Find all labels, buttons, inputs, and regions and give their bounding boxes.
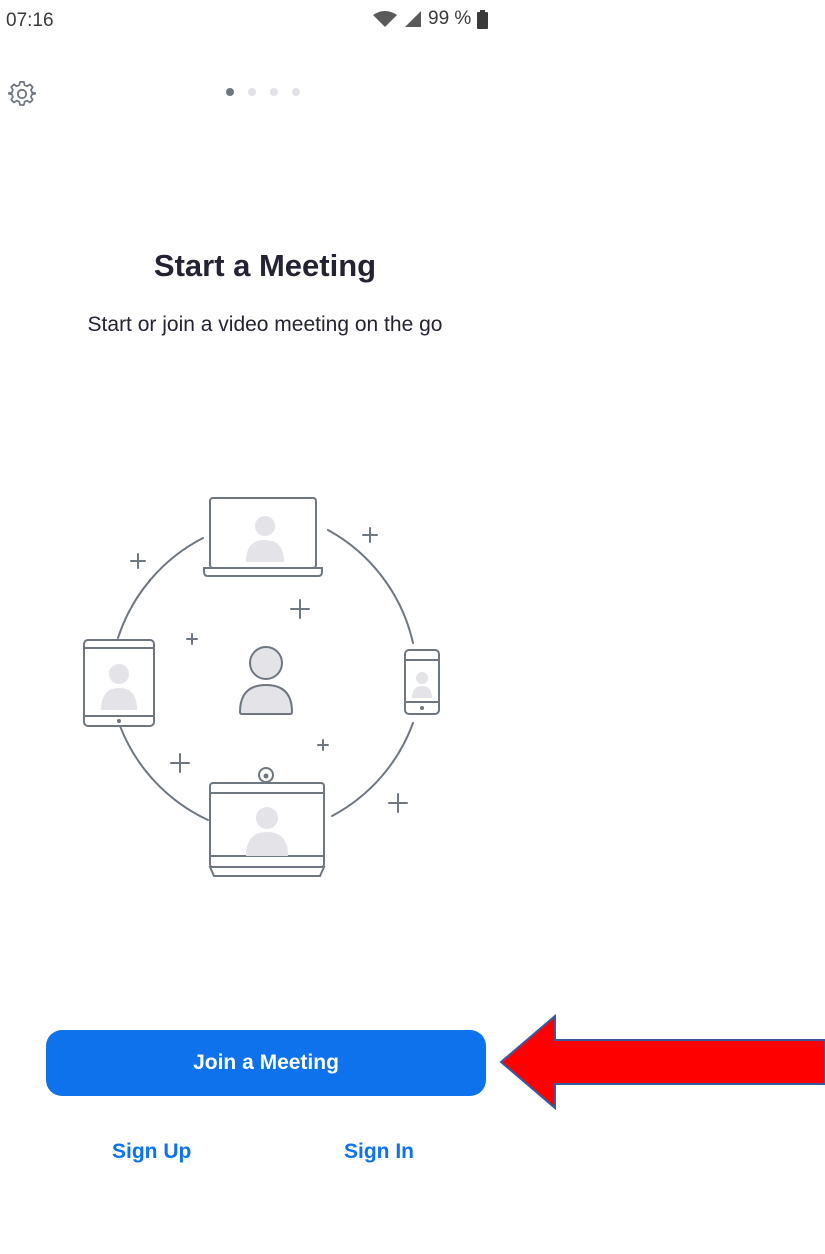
status-time: 07:16 bbox=[6, 10, 54, 31]
plus-mark bbox=[290, 599, 310, 619]
status-indicators: 99 % bbox=[372, 8, 489, 30]
pager-dot[interactable] bbox=[270, 88, 278, 96]
pager-dot[interactable] bbox=[292, 88, 300, 96]
join-meeting-button[interactable]: Join a Meeting bbox=[46, 1030, 486, 1096]
app-screen: 07:16 99 % Start a Meeting Start or join… bbox=[0, 0, 530, 1254]
pager-dot[interactable] bbox=[248, 88, 256, 96]
signal-icon bbox=[405, 11, 421, 27]
ring-arc bbox=[119, 725, 209, 821]
tablet-icon bbox=[83, 639, 155, 727]
plus-mark bbox=[388, 793, 408, 813]
pager-dot-active[interactable] bbox=[226, 88, 234, 96]
page-subtitle: Start or join a video meeting on the go bbox=[87, 313, 443, 336]
laptop-icon bbox=[203, 497, 323, 577]
gear-icon[interactable] bbox=[8, 80, 36, 108]
meeting-devices-illustration bbox=[83, 497, 440, 877]
annotation-arrow-icon bbox=[499, 1014, 825, 1110]
conference-display-icon bbox=[208, 767, 326, 877]
ring-arc bbox=[327, 529, 414, 644]
plus-mark bbox=[130, 553, 146, 569]
user-icon bbox=[238, 646, 294, 715]
ring-arc bbox=[117, 537, 204, 639]
pager-dots bbox=[226, 88, 300, 96]
plus-mark bbox=[362, 527, 378, 543]
battery-icon bbox=[477, 9, 489, 29]
plus-mark bbox=[317, 739, 329, 751]
sign-in-link[interactable]: Sign In bbox=[344, 1140, 414, 1164]
plus-mark bbox=[186, 633, 198, 645]
phone-icon bbox=[404, 649, 440, 715]
plus-mark bbox=[170, 753, 190, 773]
wifi-icon bbox=[373, 11, 397, 27]
battery-percent: 99 % bbox=[428, 8, 472, 29]
page-title: Start a Meeting bbox=[153, 248, 377, 283]
sign-up-link[interactable]: Sign Up bbox=[112, 1140, 191, 1164]
